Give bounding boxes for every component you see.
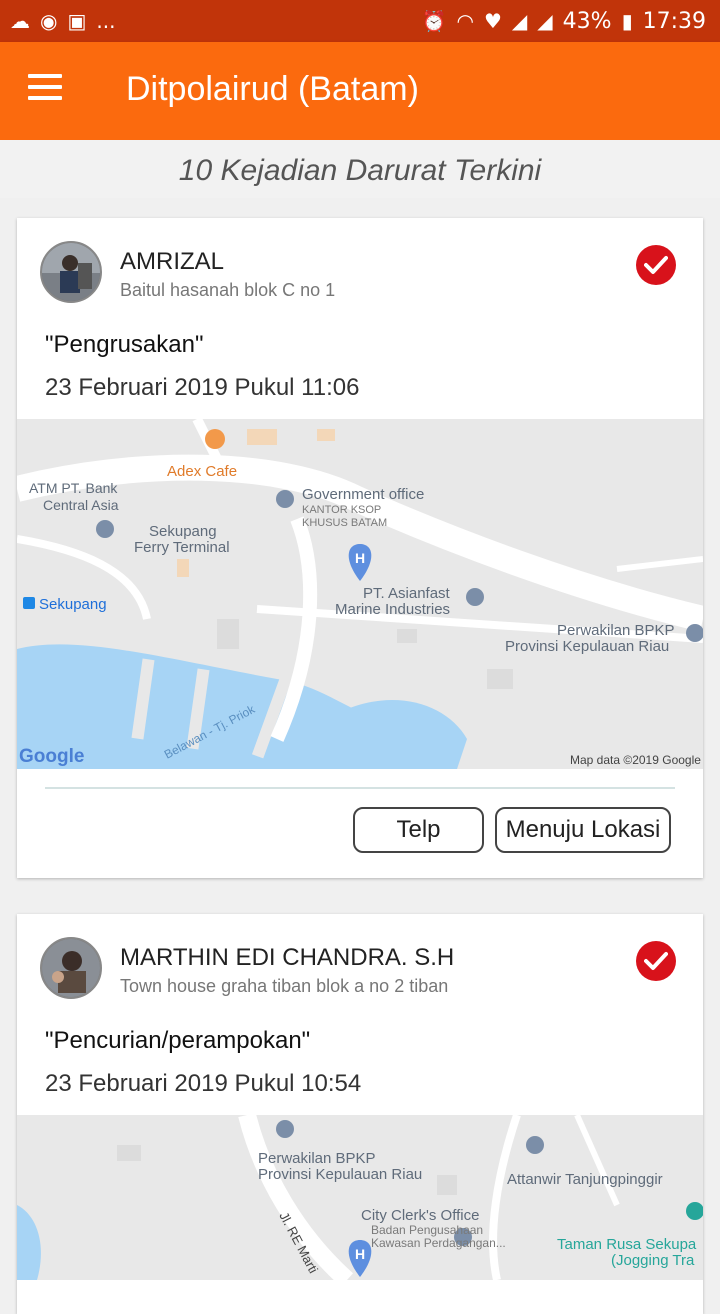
incident-datetime: 23 Februari 2019 Pukul 10:54 <box>45 1070 362 1097</box>
svg-text:H: H <box>355 1246 365 1262</box>
check-icon <box>636 245 676 285</box>
map-label-ferry: Sekupang <box>149 523 217 540</box>
more-notifications: ... <box>96 9 116 33</box>
alarm-icon: ⏰ <box>421 9 447 33</box>
map-label-asian: PT. Asianfast <box>363 585 451 602</box>
heart-icon: ♥ <box>483 9 502 33</box>
map-label-badan-2: Kawasan Perdagangan... <box>371 1236 506 1250</box>
map-label-gov: Government office <box>302 486 424 503</box>
battery-percent: 43% <box>562 8 612 34</box>
map-label-ksop: KANTOR KSOP <box>302 504 381 516</box>
incident-datetime: 23 Februari 2019 Pukul 11:06 <box>45 374 360 401</box>
battery-icon: ▮ <box>621 9 633 33</box>
list-heading: 10 Kejadian Darurat Terkini <box>0 140 720 198</box>
status-bar: ☁ ◉ ▣ ... ⏰ ◠ ♥ ◢ ◢ 43% ▮ 17:39 <box>0 0 720 42</box>
map-label-ferry-2: Ferry Terminal <box>134 539 230 556</box>
map-label-ksop-2: KHUSUS BATAM <box>302 517 387 529</box>
avatar <box>40 241 102 303</box>
app-bar: Ditpolairud (Batam) <box>0 42 720 140</box>
app-title: Ditpolairud (Batam) <box>126 70 419 108</box>
incident-type: "Pengrusakan" <box>45 331 204 358</box>
divider <box>45 787 675 789</box>
reporter-name: AMRIZAL <box>120 248 225 275</box>
map-label-sekupang: Sekupang <box>39 596 107 613</box>
google-logo: Google <box>19 746 84 767</box>
map-label-badan: Badan Pengusahaan <box>371 1223 483 1237</box>
avatar <box>40 937 102 999</box>
hamburger-menu-icon[interactable] <box>28 74 68 108</box>
call-button[interactable]: Telp <box>353 807 484 853</box>
map-label-bpkp: Perwakilan BPKP <box>557 622 675 639</box>
map-label-atm: ATM PT. Bank <box>29 480 118 496</box>
image-notification-icon: ▣ <box>67 9 87 33</box>
incident-type: "Pencurian/perampokan" <box>45 1027 311 1054</box>
map-label-taman: Taman Rusa Sekupa <box>557 1236 697 1253</box>
map-label-taman-2: (Jogging Tra <box>611 1252 695 1269</box>
location-map[interactable]: H Adex Cafe ATM PT. Bank Central Asia Go… <box>17 419 703 769</box>
incident-card: AMRIZAL Baitul hasanah blok C no 1 "Peng… <box>17 218 703 878</box>
location-map[interactable]: H Perwakilan BPKP Provinsi Kepulauan Ria… <box>17 1115 703 1280</box>
reporter-name: MARTHIN EDI CHANDRA. S.H <box>120 944 455 971</box>
map-label-asian-2: Marine Industries <box>335 601 450 618</box>
map-label-attanwir: Attanwir Tanjungpinggir <box>507 1171 663 1188</box>
signal-icon: ◢ <box>511 9 528 33</box>
map-attribution: Map data ©2019 Google <box>570 753 701 767</box>
wifi-icon: ◠ <box>456 9 474 33</box>
incident-card: MARTHIN EDI CHANDRA. S.H Town house grah… <box>17 914 703 1314</box>
app-notification-icon: ◉ <box>40 9 58 33</box>
navigate-button[interactable]: Menuju Lokasi <box>495 807 671 853</box>
map-label-bpkp: Perwakilan BPKP <box>258 1150 376 1167</box>
signal-icon-2: ◢ <box>537 9 553 33</box>
notification-icon: ☁ <box>10 9 30 33</box>
clock: 17:39 <box>642 8 706 34</box>
map-label-bpkp-2: Provinsi Kepulauan Riau <box>258 1166 422 1183</box>
map-label-atm-2: Central Asia <box>43 497 119 513</box>
map-label-adex: Adex Cafe <box>167 463 237 480</box>
reporter-address: Baitul hasanah blok C no 1 <box>120 280 336 300</box>
map-label-city: City Clerk's Office <box>361 1207 479 1224</box>
map-label-bpkp-2: Provinsi Kepulauan Riau <box>505 638 669 655</box>
reporter-address: Town house graha tiban blok a no 2 tiban <box>120 976 449 996</box>
svg-text:H: H <box>355 550 365 566</box>
check-icon <box>636 941 676 981</box>
